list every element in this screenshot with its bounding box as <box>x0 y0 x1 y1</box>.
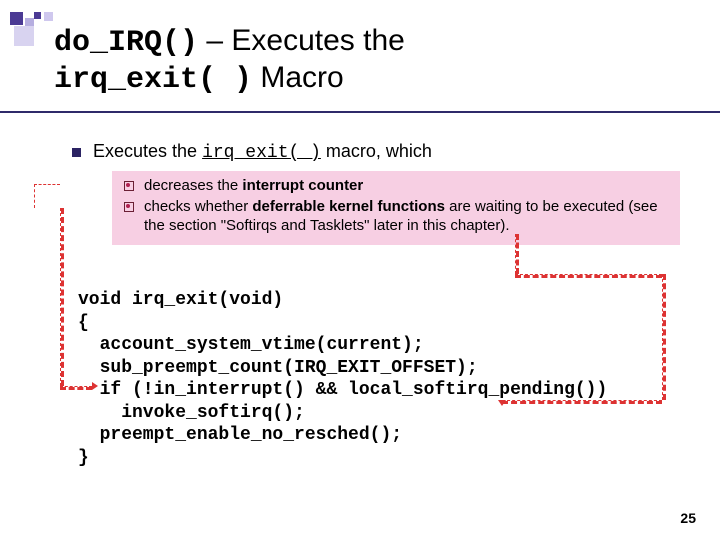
sub-item-2: checks whether deferrable kernel functio… <box>124 198 670 236</box>
code-l8: } <box>78 448 89 468</box>
title-plain-2: Macro <box>252 61 344 94</box>
code-l7: preempt_enable_no_resched(); <box>78 425 402 445</box>
highlight-box: decreases the interrupt counter checks w… <box>112 171 680 245</box>
diamond-bullet-icon <box>124 202 134 212</box>
sub1-prefix: decreases the <box>144 177 242 194</box>
arrowhead-icon <box>498 400 506 406</box>
code-l2: { <box>78 313 89 333</box>
diamond-bullet-icon <box>124 181 134 191</box>
code-l6: invoke_softirq(); <box>78 403 305 423</box>
arrowhead-icon <box>92 382 98 390</box>
connector-line <box>662 274 666 400</box>
slide-body: Executes the irq_exit( ) macro, which de… <box>44 141 676 469</box>
sub2-text: checks whether deferrable kernel functio… <box>144 198 670 236</box>
corner-decoration <box>10 12 80 52</box>
title-underline <box>0 111 720 113</box>
title-sep: – <box>198 24 231 57</box>
connector-line <box>515 234 519 274</box>
bullet1-code: irq_exit( ) <box>202 143 321 163</box>
connector-line <box>60 386 92 390</box>
page-number: 25 <box>680 510 696 526</box>
slide: do_IRQ() – Executes the irq_exit( ) Macr… <box>0 0 720 540</box>
code-l3: account_system_vtime(current); <box>78 335 424 355</box>
bullet-level-1: Executes the irq_exit( ) macro, which <box>72 141 676 163</box>
sub2-prefix: checks whether <box>144 198 252 215</box>
bullet1-text: Executes the irq_exit( ) macro, which <box>93 141 432 163</box>
sub-item-1: decreases the interrupt counter <box>124 177 670 196</box>
sub1-bold: interrupt counter <box>242 177 363 194</box>
title-code-2: irq_exit( ) <box>54 63 252 97</box>
sub1-text: decreases the interrupt counter <box>144 177 363 196</box>
slide-title: do_IRQ() – Executes the irq_exit( ) Macr… <box>44 24 676 97</box>
code-l5: if (!in_interrupt() && local_softirq_pen… <box>78 380 607 400</box>
title-plain-1: Executes the <box>231 24 404 57</box>
connector-line <box>502 400 662 404</box>
bullet1-suffix: macro, which <box>321 141 432 161</box>
connector-line <box>515 274 662 278</box>
code-block: void irq_exit(void) { account_system_vti… <box>72 289 676 469</box>
code-l4: sub_preempt_count(IRQ_EXIT_OFFSET); <box>78 358 478 378</box>
square-bullet-icon <box>72 148 81 157</box>
code-l1: void irq_exit(void) <box>78 290 283 310</box>
bullet1-prefix: Executes the <box>93 141 202 161</box>
connector-line <box>60 208 64 386</box>
sub2-bold: deferrable kernel functions <box>252 198 445 215</box>
connector-line <box>34 184 60 208</box>
